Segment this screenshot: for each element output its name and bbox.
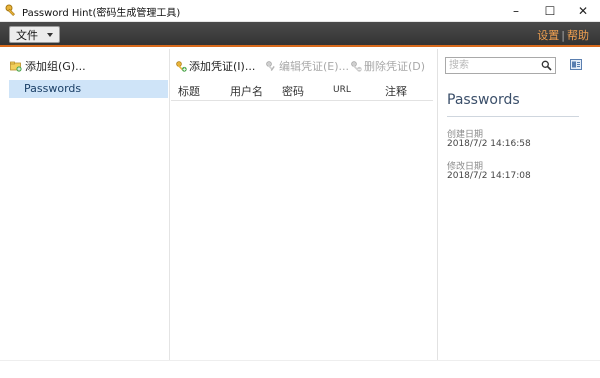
maximize-button[interactable]: ☐ <box>533 0 567 22</box>
created-date-value: 2018/7/2 14:16:58 <box>447 139 531 149</box>
pane-divider[interactable] <box>437 49 438 360</box>
key-delete-icon <box>351 60 362 72</box>
column-header-title[interactable]: 标题 <box>178 83 200 99</box>
folder-add-icon <box>10 61 22 72</box>
settings-link[interactable]: 设置 <box>537 29 559 42</box>
close-button[interactable]: ✕ <box>566 0 600 22</box>
credential-table-body[interactable] <box>171 102 433 360</box>
column-header-password[interactable]: 密码 <box>282 83 304 99</box>
search-field[interactable] <box>445 57 556 74</box>
file-menu-label: 文件 <box>16 28 38 42</box>
credential-toolbar: 添加凭证(I)... 编辑凭证(E)... 删除凭证(D) <box>171 49 437 77</box>
window-title: Password Hint(密码生成管理工具) <box>22 8 181 19</box>
details-title: Passwords <box>447 92 520 108</box>
delete-credential-button[interactable]: 删除凭证(D) <box>351 58 425 74</box>
menu-bar: 文件 设置 | 帮助 <box>0 22 600 47</box>
add-credential-label: 添加凭证(I)... <box>189 60 256 73</box>
help-link[interactable]: 帮助 <box>567 29 589 42</box>
delete-credential-label: 删除凭证(D) <box>364 60 426 73</box>
panel-view-icon[interactable] <box>570 59 582 70</box>
search-input[interactable] <box>449 59 537 72</box>
edit-credential-button[interactable]: 编辑凭证(E)... <box>266 58 349 74</box>
sidebar-item-passwords[interactable]: Passwords <box>9 80 168 98</box>
column-header-url[interactable]: URL <box>333 85 351 95</box>
edit-credential-label: 编辑凭证(E)... <box>279 60 350 73</box>
column-header-username[interactable]: 用户名 <box>230 83 263 99</box>
top-links: 设置 | 帮助 <box>537 27 589 43</box>
add-group-button[interactable]: 添加组(G)... <box>10 58 86 74</box>
add-group-label: 添加组(G)... <box>25 60 86 73</box>
modified-date-value: 2018/7/2 14:17:08 <box>447 171 531 181</box>
app-key-icon <box>5 4 15 16</box>
minimize-button[interactable]: – <box>499 0 533 22</box>
group-pane: 添加组(G)... Passwords <box>0 49 170 378</box>
details-divider <box>447 116 579 117</box>
status-bar <box>0 360 600 378</box>
search-icon[interactable] <box>541 60 552 71</box>
title-bar: Password Hint(密码生成管理工具) – ☐ ✕ <box>0 0 600 22</box>
add-credential-button[interactable]: 添加凭证(I)... <box>176 58 255 74</box>
key-add-icon <box>176 60 187 72</box>
column-header-notes[interactable]: 注释 <box>385 83 407 99</box>
link-separator: | <box>561 29 565 42</box>
chevron-down-icon <box>47 33 53 37</box>
key-edit-icon <box>266 60 275 71</box>
file-menu-button[interactable]: 文件 <box>9 26 60 43</box>
credential-table-header: 标题 用户名 密码 URL 注释 <box>171 79 433 101</box>
